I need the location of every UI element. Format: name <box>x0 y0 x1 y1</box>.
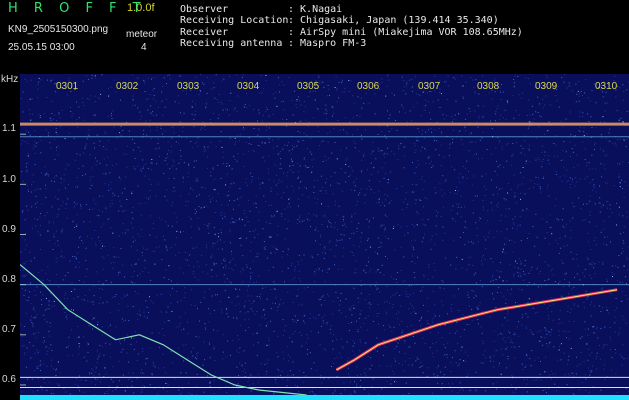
x-tick-label: 0308 <box>477 81 500 92</box>
meteor-echo-trace <box>335 288 618 372</box>
x-tick-label: 0304 <box>237 81 260 92</box>
app-title: H R O F F T <box>8 1 147 16</box>
baseline-band <box>20 395 629 400</box>
y-tick-label: 0.9 <box>2 224 16 235</box>
y-axis-unit: kHz <box>1 74 19 85</box>
y-tick-label: 0.6 <box>2 374 16 385</box>
mode-label: meteor <box>126 29 158 40</box>
info-key-antenna: Receiving antenna <box>180 38 283 49</box>
version-label: 1.0.0f <box>127 2 155 14</box>
y-tick-label: 1.1 <box>2 123 16 134</box>
x-tick-label: 0303 <box>177 81 200 92</box>
header-panel: H R O F F T 1.0.0f KN9_2505150300.png me… <box>0 0 629 74</box>
spectrogram-plot <box>20 74 629 400</box>
meteor-echo-core <box>336 289 618 371</box>
info-key-observer: Observer <box>180 4 229 15</box>
info-key-receiver: Receiver <box>180 27 229 38</box>
info-value-receiver: : AirSpy mini (Miakejima VOR 108.65MHz) <box>288 27 523 38</box>
count-value: 4 <box>141 42 147 53</box>
x-tick-label: 0301 <box>56 81 79 92</box>
y-tick-label: 0.8 <box>2 274 16 285</box>
y-tick-label: 1.0 <box>2 174 16 185</box>
x-tick-label: 0306 <box>357 81 380 92</box>
x-tick-label: 0305 <box>297 81 320 92</box>
x-tick-label: 0309 <box>535 81 558 92</box>
date-time: 25.05.15 03:00 <box>8 42 75 53</box>
info-value-antenna: : Maspro FM-3 <box>288 38 367 49</box>
y-tick-label: 0.7 <box>2 324 16 335</box>
info-value-observer: : K.Nagai <box>288 4 343 15</box>
info-value-location: : Chigasaki, Japan (139.414 35.340) <box>288 15 499 26</box>
info-key-location: Receiving Location <box>180 15 289 26</box>
x-tick-label: 0310 <box>595 81 618 92</box>
x-tick-label: 0302 <box>116 81 139 92</box>
x-tick-label: 0307 <box>418 81 441 92</box>
file-name: KN9_2505150300.png <box>8 24 109 35</box>
spectrogram-svg <box>20 74 629 400</box>
